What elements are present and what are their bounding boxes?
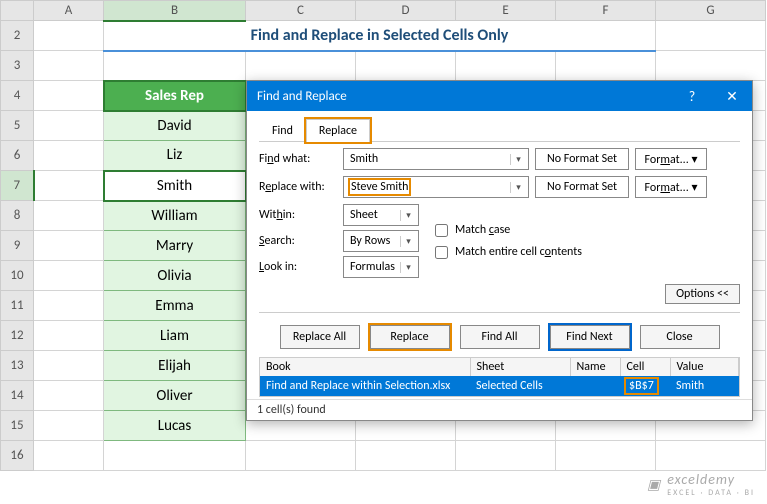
status-bar: 1 cell(s) found bbox=[247, 399, 752, 420]
chevron-down-icon[interactable]: ▾ bbox=[400, 210, 416, 221]
label-search: Search: bbox=[259, 234, 337, 248]
col-g[interactable]: G bbox=[656, 1, 766, 21]
replace-format-button[interactable]: Format... ▾ bbox=[635, 176, 707, 198]
lookin-dropdown[interactable]: Formulas▾ bbox=[343, 256, 419, 278]
row-12[interactable]: 12 bbox=[1, 321, 34, 351]
row-2[interactable]: 2 bbox=[1, 21, 34, 51]
row-9[interactable]: 9 bbox=[1, 231, 34, 261]
help-icon[interactable]: ? bbox=[672, 81, 712, 111]
cell-b14[interactable]: Oliver bbox=[104, 381, 246, 411]
dialog-title: Find and Replace bbox=[257, 89, 347, 104]
label-replace-with: Replace with: bbox=[259, 180, 337, 194]
row-3[interactable]: 3 bbox=[1, 51, 34, 81]
row-7[interactable]: 7 bbox=[1, 171, 34, 201]
results-table: Book Sheet Name Cell Value Find and Repl… bbox=[259, 357, 740, 397]
row-5[interactable]: 5 bbox=[1, 111, 34, 141]
chevron-down-icon[interactable]: ▾ bbox=[400, 236, 416, 247]
match-entire-checkbox[interactable]: Match entire cell contents bbox=[431, 243, 582, 262]
col-book[interactable]: Book bbox=[260, 358, 470, 376]
row-11[interactable]: 11 bbox=[1, 291, 34, 321]
page-title: Find and Replace in Selected Cells Only bbox=[104, 21, 656, 51]
cell-b8[interactable]: William bbox=[104, 201, 246, 231]
cell-b10[interactable]: Olivia bbox=[104, 261, 246, 291]
search-dropdown[interactable]: By Rows▾ bbox=[343, 230, 419, 252]
label-lookin: Look in: bbox=[259, 260, 337, 274]
close-icon[interactable]: ✕ bbox=[712, 81, 752, 111]
row-16[interactable]: 16 bbox=[1, 441, 34, 471]
chevron-down-icon[interactable]: ▾ bbox=[510, 182, 526, 193]
col-f[interactable]: F bbox=[556, 1, 656, 21]
table-header[interactable]: Sales Rep bbox=[104, 81, 246, 111]
cell-b11[interactable]: Emma bbox=[104, 291, 246, 321]
cell-b12[interactable]: Liam bbox=[104, 321, 246, 351]
tab-find[interactable]: Find bbox=[259, 119, 306, 142]
match-case-checkbox[interactable]: Match case bbox=[431, 221, 582, 240]
result-row[interactable]: Find and Replace within Selection.xlsx S… bbox=[260, 376, 739, 396]
replace-all-button[interactable]: Replace All bbox=[280, 325, 360, 349]
replace-button[interactable]: Replace bbox=[370, 325, 450, 349]
label-find-what: Find what: bbox=[259, 152, 337, 166]
options-button[interactable]: Options << bbox=[665, 284, 740, 304]
col-cell[interactable]: Cell bbox=[620, 358, 670, 376]
cell-b9[interactable]: Marry bbox=[104, 231, 246, 261]
col-d[interactable]: D bbox=[356, 1, 456, 21]
find-all-button[interactable]: Find All bbox=[460, 325, 540, 349]
watermark: ▣ exceldemy EXCEL · DATA · BI bbox=[647, 471, 755, 498]
cell-b7[interactable]: Smith bbox=[104, 171, 246, 201]
find-what-input[interactable]: Smith▾ bbox=[343, 148, 529, 170]
find-format-button[interactable]: Format... ▾ bbox=[635, 148, 707, 170]
col-c[interactable]: C bbox=[246, 1, 356, 21]
row-13[interactable]: 13 bbox=[1, 351, 34, 381]
col-b[interactable]: B bbox=[104, 1, 246, 21]
col-name[interactable]: Name bbox=[570, 358, 620, 376]
find-replace-dialog: Find and Replace ? ✕ Find Replace Find w… bbox=[246, 80, 753, 421]
dialog-titlebar[interactable]: Find and Replace ? ✕ bbox=[247, 81, 752, 111]
chevron-down-icon[interactable]: ▾ bbox=[510, 154, 526, 165]
tab-replace[interactable]: Replace bbox=[306, 119, 370, 142]
find-format-display: No Format Set bbox=[535, 148, 629, 170]
row-15[interactable]: 15 bbox=[1, 411, 34, 441]
replace-format-display: No Format Set bbox=[535, 176, 629, 198]
label-within: Within: bbox=[259, 208, 337, 222]
cell-b6[interactable]: Liz bbox=[104, 141, 246, 171]
dialog-tabs: Find Replace bbox=[259, 119, 740, 142]
close-button[interactable]: Close bbox=[640, 325, 720, 349]
col-a[interactable]: A bbox=[34, 1, 104, 21]
within-dropdown[interactable]: Sheet▾ bbox=[343, 204, 419, 226]
col-e[interactable]: E bbox=[456, 1, 556, 21]
replace-with-input[interactable]: Steve Smith▾ bbox=[343, 176, 529, 198]
row-8[interactable]: 8 bbox=[1, 201, 34, 231]
col-value[interactable]: Value bbox=[670, 358, 739, 376]
row-4[interactable]: 4 bbox=[1, 81, 34, 111]
cell-b15[interactable]: Lucas bbox=[104, 411, 246, 441]
find-next-button[interactable]: Find Next bbox=[550, 325, 630, 349]
cell-b13[interactable]: Elijah bbox=[104, 351, 246, 381]
row-10[interactable]: 10 bbox=[1, 261, 34, 291]
select-all-corner[interactable] bbox=[1, 1, 34, 21]
cell-b5[interactable]: David bbox=[104, 111, 246, 141]
row-6[interactable]: 6 bbox=[1, 141, 34, 171]
watermark-icon: ▣ bbox=[647, 476, 661, 493]
chevron-down-icon[interactable]: ▾ bbox=[400, 262, 416, 273]
row-14[interactable]: 14 bbox=[1, 381, 34, 411]
col-sheet[interactable]: Sheet bbox=[470, 358, 570, 376]
